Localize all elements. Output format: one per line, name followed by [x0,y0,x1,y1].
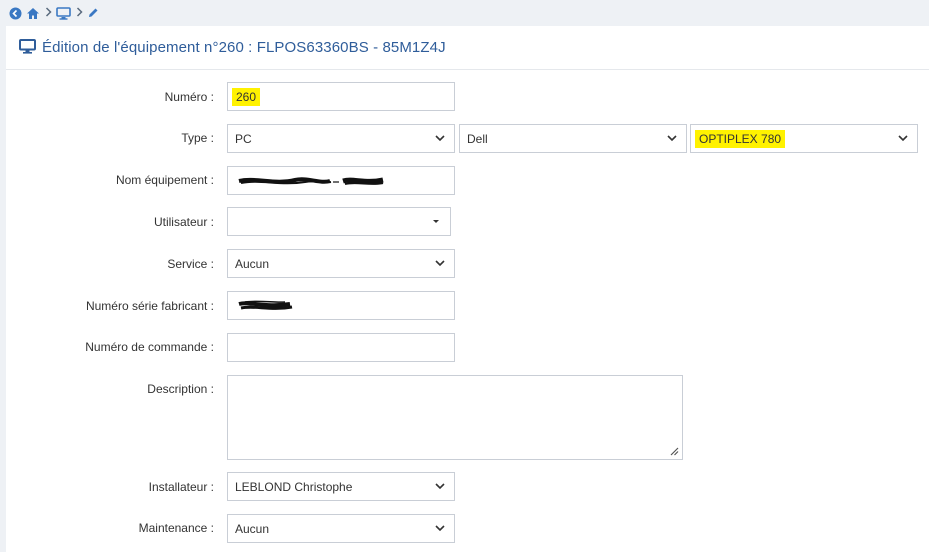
model-select[interactable]: OPTIPLEX 780 [690,124,918,153]
type-label: Type : [181,131,214,145]
description-textarea[interactable] [227,375,683,460]
service-select[interactable]: Aucun [227,249,455,278]
numero-label: Numéro : [164,90,214,104]
chevron-down-icon [435,260,445,267]
resize-handle-icon[interactable] [669,446,679,456]
maintenance-select[interactable]: Aucun [227,514,455,543]
redacted-scribble [238,300,293,310]
chevron-down-icon [667,135,677,142]
chevron-down-icon [435,525,445,532]
maintenance-select-value: Aucun [235,521,270,536]
redacted-scribble [238,176,384,185]
page-title: Édition de l'équipement n°260 : FLPOS633… [42,39,446,56]
installateur-label: Installateur : [148,480,214,494]
breadcrumb [0,0,929,26]
serie-input[interactable] [227,291,455,320]
chevron-down-icon [435,483,445,490]
installateur-select[interactable]: LEBLOND Christophe [227,472,455,501]
panel-header: Édition de l'équipement n°260 : FLPOS633… [6,26,929,70]
edit-panel: Édition de l'équipement n°260 : FLPOS633… [6,26,929,552]
chevron-right-icon [75,6,83,20]
serie-label: Numéro série fabricant : [85,299,214,313]
type-select[interactable]: PC [227,124,455,153]
chevron-down-icon [435,135,445,142]
type-select-value: PC [235,131,252,146]
numero-input[interactable]: 260 [227,82,455,111]
service-select-value: Aucun [235,256,270,271]
commande-input[interactable] [227,333,455,362]
nom-label: Nom équipement : [115,173,214,187]
numero-value: 260 [232,87,261,106]
brand-select[interactable]: Dell [459,124,687,153]
chevron-right-icon [44,6,52,20]
utilisateur-select[interactable] [227,207,451,236]
computer-icon[interactable] [56,5,71,21]
brand-select-value: Dell [467,131,488,146]
pencil-icon[interactable] [87,5,99,21]
nom-equipement-input[interactable] [227,166,455,195]
description-label: Description : [147,382,214,396]
caret-down-icon [433,220,439,223]
maintenance-label: Maintenance : [138,521,214,535]
installateur-select-value: LEBLOND Christophe [235,479,353,494]
back-circle-icon[interactable] [9,5,22,21]
utilisateur-label: Utilisateur : [153,215,214,229]
service-label: Service : [167,257,214,271]
computer-icon [19,38,36,57]
model-select-value: OPTIPLEX 780 [695,129,786,148]
home-icon[interactable] [26,5,40,21]
commande-label: Numéro de commande : [85,340,214,354]
chevron-down-icon [898,135,908,142]
